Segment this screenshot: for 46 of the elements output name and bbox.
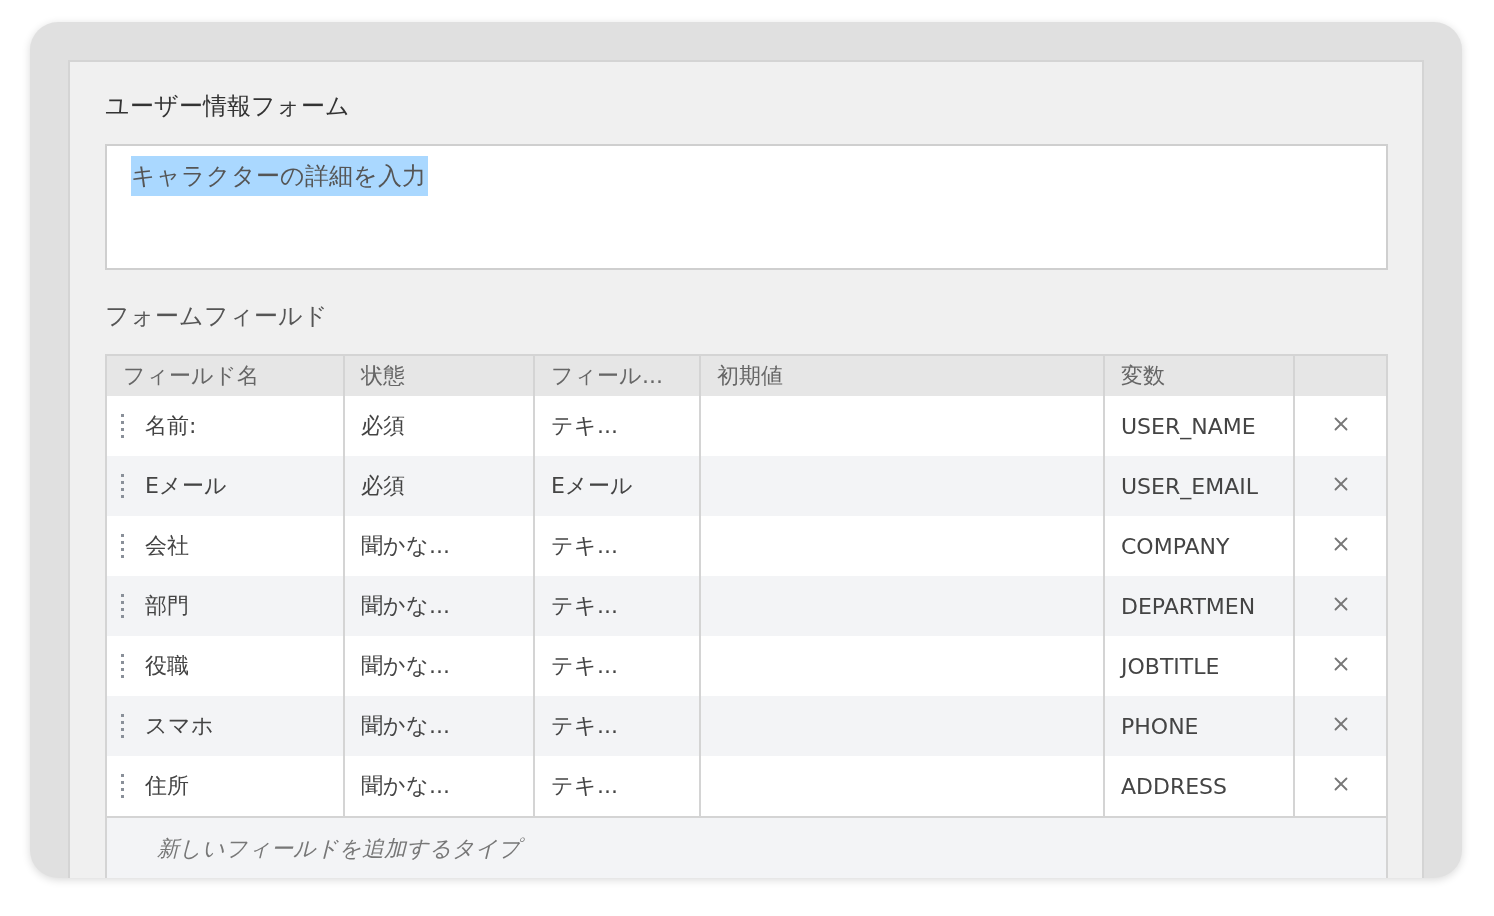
status-text: 聞かな... — [361, 592, 450, 620]
table-row[interactable]: スマホ 聞かな... テキ... PHONE — [107, 696, 1386, 756]
table-row[interactable]: 役職 聞かな... テキ... JOBTITLE — [107, 636, 1386, 696]
drag-handle-icon[interactable] — [121, 473, 125, 499]
variable-name: COMPANY — [1121, 533, 1230, 559]
table-row[interactable]: 住所 聞かな... テキ... ADDRESS — [107, 756, 1386, 816]
field-name: 住所 — [145, 772, 189, 800]
field-type: Eメール — [551, 472, 633, 500]
table-row[interactable]: 部門 聞かな... テキ... DEPARTMEN — [107, 576, 1386, 636]
variable-name: USER_NAME — [1121, 413, 1256, 439]
variable-name: DEPARTMEN — [1121, 593, 1256, 619]
drag-handle-icon[interactable] — [121, 773, 125, 799]
drag-handle-icon[interactable] — [121, 713, 125, 739]
field-type: テキ... — [551, 712, 618, 740]
field-name: Eメール — [145, 472, 227, 500]
status-text: 必須 — [361, 412, 405, 440]
field-type: テキ... — [551, 772, 618, 800]
table-row[interactable]: 会社 聞かな... テキ... COMPANY — [107, 516, 1386, 576]
field-name: 役職 — [145, 652, 189, 680]
variable-name: USER_EMAIL — [1121, 473, 1258, 499]
status-text: 聞かな... — [361, 532, 450, 560]
status-text: 聞かな... — [361, 712, 450, 740]
drag-handle-icon[interactable] — [121, 413, 125, 439]
field-type: テキ... — [551, 412, 618, 440]
status-text: 必須 — [361, 472, 405, 500]
field-type: テキ... — [551, 652, 618, 680]
variable-name: ADDRESS — [1121, 773, 1228, 799]
variable-name: PHONE — [1121, 713, 1199, 739]
field-name: スマホ — [145, 712, 214, 740]
variable-name: JOBTITLE — [1121, 653, 1220, 679]
section-title: フォームフィールド — [105, 301, 329, 332]
drag-handle-icon[interactable] — [121, 533, 125, 559]
drag-handle-icon[interactable] — [121, 653, 125, 679]
form-title: ユーザー情報フォーム — [105, 91, 351, 122]
status-text: 聞かな... — [361, 772, 450, 800]
table-row[interactable]: Eメール 必須 Eメール USER_EMAIL — [107, 456, 1386, 516]
field-name: 部門 — [145, 592, 189, 620]
field-name: 会社 — [145, 532, 189, 560]
description-field[interactable]: キャラクターの詳細を入力 — [105, 144, 1388, 270]
field-name: 名前: — [145, 412, 197, 440]
field-type: テキ... — [551, 592, 618, 620]
status-text: 聞かな... — [361, 652, 450, 680]
table-row[interactable]: 名前: 必須 テキ... USER_NAME — [107, 396, 1386, 456]
selected-text: キャラクターの詳細を入力 — [131, 156, 428, 196]
drag-handle-icon[interactable] — [121, 593, 125, 619]
field-type: テキ... — [551, 532, 618, 560]
